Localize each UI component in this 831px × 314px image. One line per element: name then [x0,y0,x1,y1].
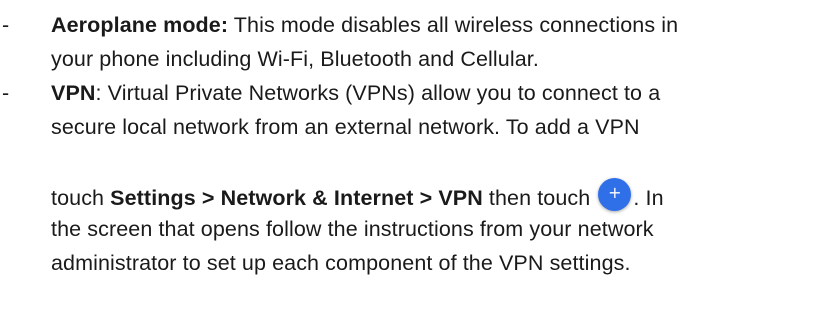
aeroplane-mode-title: Aeroplane mode: [51,13,229,37]
vpn-line-4-text: the screen that opens follow the instruc… [51,217,654,241]
vpn-line-3-pre: touch [51,186,111,210]
aeroplane-line-2-text: your phone including Wi-Fi, Bluetooth an… [51,47,539,71]
vpn-line-5-text: administrator to set up each component o… [51,251,631,275]
vpn-line-4: the screen that opens follow the instruc… [51,212,654,246]
vpn-title: VPN [51,81,96,105]
add-vpn-button-icon: + [598,178,632,211]
vpn-line-1-text: : Virtual Private Networks (VPNs) allow … [95,81,661,105]
aeroplane-line-1-text: This mode disables all wireless connecti… [228,13,679,37]
vpn-line-3-mid: then touch [482,186,591,210]
vpn-line-3-post: . In [633,186,664,210]
vpn-line-2-text: secure local network from an external ne… [51,115,640,139]
aeroplane-line-2: your phone including Wi-Fi, Bluetooth an… [51,42,539,76]
aeroplane-line-1: Aeroplane mode: This mode disables all w… [51,8,678,42]
vpn-line-1: VPN: Virtual Private Networks (VPNs) all… [51,76,660,110]
vpn-line-5: administrator to set up each component o… [51,246,631,280]
document-body: - Aeroplane mode: This mode disables all… [0,0,831,314]
plus-icon: + [608,183,622,202]
bullet-dash: - [2,81,10,105]
vpn-settings-path: Settings > Network & Internet > VPN [110,186,483,210]
vpn-line-3: touch Settings > Network & Internet > VP… [51,178,664,215]
vpn-line-2: secure local network from an external ne… [51,110,640,144]
bullet-dash: - [2,13,10,37]
